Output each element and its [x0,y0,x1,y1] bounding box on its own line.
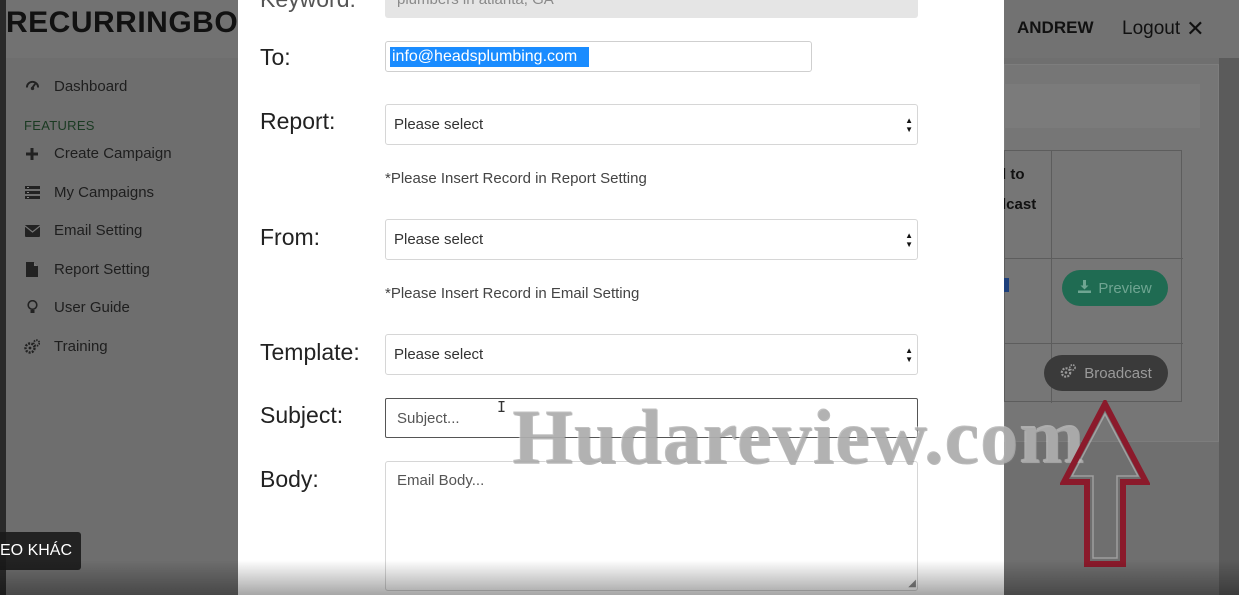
select-arrows-icon: ▲ ▼ [905,346,913,364]
report-select[interactable]: Please select ▲ ▼ [385,104,918,145]
up-arrow-icon [1060,400,1150,567]
from-hint: *Please Insert Record in Email Setting [385,285,640,302]
plus-icon [24,146,40,162]
dashboard-icon [24,79,40,95]
logout-label: Logout [1122,18,1181,39]
report-selected-value: Please select [394,116,484,133]
subject-placeholder: Subject... [397,409,460,427]
app-logo[interactable]: RECURRINGBOT [6,6,257,40]
table-divider [1005,343,1183,344]
sidebar-item-label: Dashboard [54,78,128,95]
subject-label: Subject: [260,402,344,428]
sidebar-item-label: Training [54,338,108,355]
template-label: Template: [260,339,360,365]
select-arrows-icon: ▲ ▼ [905,231,913,249]
preview-button[interactable]: Preview [1062,270,1168,306]
gears-icon [24,339,40,355]
window-edge [0,0,6,595]
resize-grip-icon[interactable]: ◢ [908,579,916,589]
content-header-bar [1004,84,1200,128]
sidebar-item-email-setting[interactable]: Email Setting [24,222,142,239]
video-badge[interactable]: EO KHÁC [0,532,81,570]
from-select[interactable]: Please select ▲ ▼ [385,219,918,260]
sidebar-item-label: Report Setting [54,261,150,278]
keyword-field: plumbers in atlanta, GA [385,0,918,18]
list-icon [24,185,40,201]
envelope-icon [24,223,40,239]
to-label: To: [260,44,291,70]
body-label: Body: [260,466,319,492]
from-label: From: [260,224,321,250]
features-heading: FEATURES [24,118,95,133]
page-edge [1219,58,1239,595]
to-value: info@headsplumbing.com [390,46,590,67]
to-field[interactable]: info@headsplumbing.com [385,41,812,72]
preview-label: Preview [1098,279,1152,297]
sidebar-item-dashboard[interactable]: Dashboard [24,78,127,95]
file-icon [24,262,40,278]
keyword-label: Keyword: [260,0,356,13]
text-cursor-icon: I [497,398,507,416]
sidebar-item-user-guide[interactable]: User Guide [24,299,130,316]
watermark-text: Hudareview.com [512,393,1086,480]
from-selected-value: Please select [394,231,484,248]
body-placeholder: Email Body... [397,472,485,489]
template-select[interactable]: Please select ▲ ▼ [385,334,918,375]
lightbulb-icon [24,300,40,316]
template-selected-value: Please select [394,346,484,363]
sidebar-item-label: Email Setting [54,222,143,239]
broadcast-label: Broadcast [1084,364,1152,382]
sidebar-item-label: My Campaigns [54,184,155,201]
broadcast-modal: Keyword: plumbers in atlanta, GA To: inf… [238,0,1004,595]
video-badge-label: EO KHÁC [0,542,73,559]
report-label: Report: [260,108,336,134]
download-icon [1078,279,1092,297]
logo-text: RECURRINGBO [6,6,239,39]
sidebar-item-training[interactable]: Training [24,338,108,355]
sidebar-item-label: Create Campaign [54,145,172,162]
keyword-value: plumbers in atlanta, GA [397,0,554,8]
user-name[interactable]: ANDREW [1017,18,1094,38]
select-arrows-icon: ▲ ▼ [905,116,913,134]
close-icon: ✕ [1186,16,1205,41]
sidebar-item-my-campaigns[interactable]: My Campaigns [24,184,154,201]
sidebar-item-label: User Guide [54,299,130,316]
sidebar-item-create-campaign[interactable]: Create Campaign [24,145,172,162]
table-divider [1005,258,1183,259]
gears-icon [1060,364,1077,382]
sidebar: Dashboard FEATURES Create Campaign My Ca… [6,58,238,595]
broadcast-button[interactable]: Broadcast [1044,355,1168,391]
report-hint: *Please Insert Record in Report Setting [385,170,647,187]
sidebar-item-report-setting[interactable]: Report Setting [24,261,150,278]
logout-button[interactable]: Logout ✕ [1122,16,1205,42]
